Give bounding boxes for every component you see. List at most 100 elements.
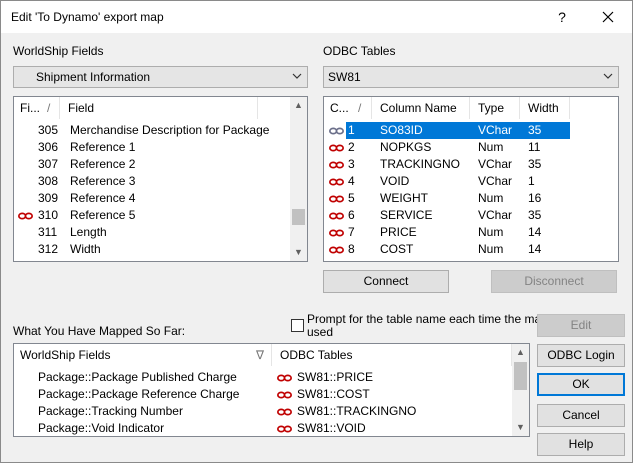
column-type: Num [478,242,504,256]
column-width: 35 [528,123,542,137]
column-type: Num [478,191,504,205]
odbc-login-button[interactable]: ODBC Login [537,344,625,367]
column-type: VChar [478,208,513,222]
link-icon [277,408,292,416]
odbc-column-row[interactable]: 2 NOPKGS Num 11 [324,139,618,156]
cancel-button[interactable]: Cancel [537,404,625,427]
scroll-down-icon[interactable]: ▼ [290,244,307,261]
column-name: VOID [380,174,410,188]
link-icon [329,229,344,237]
prompt-table-name-checkbox[interactable] [291,319,304,332]
link-icon [329,144,344,152]
mapped-row[interactable]: Package::Package Reference Charge SW81::C… [14,386,512,403]
connect-button[interactable]: Connect [323,270,449,293]
link-icon [329,195,344,203]
worldship-field-row[interactable]: 305 Merchandise Description for Package [14,122,291,139]
scroll-up-icon[interactable]: ▲ [512,344,529,361]
help-button[interactable]: Help [537,433,625,456]
column-number: 6 [348,208,355,222]
disconnect-button[interactable]: Disconnect [491,270,617,293]
column-name: PRICE [380,225,417,239]
column-number: 1 [348,123,355,137]
mapped-worldship-field: Package::Tracking Number [38,404,183,418]
column-header-width[interactable]: Width [522,97,570,119]
column-number: 4 [348,174,355,188]
link-icon [277,391,292,399]
field-name: Width [70,242,101,256]
column-header-column-num[interactable]: C... / [324,97,372,119]
mapped-scrollbar[interactable]: ▲ ▼ [512,344,529,436]
field-number: 309 [38,191,59,205]
odbc-column-row[interactable]: 7 PRICE Num 14 [324,224,618,241]
field-name: Reference 2 [70,157,136,171]
column-header-column-name[interactable]: Column Name [374,97,470,119]
field-name: Reference 5 [70,208,136,222]
link-icon [329,212,344,220]
mapped-row[interactable]: Package::Void Indicator SW81::VOID [14,420,512,436]
odbc-column-row[interactable]: 6 SERVICE VChar 35 [324,207,618,224]
worldship-fields-list[interactable]: Fi... / Field 305 Merchandise Description… [13,96,308,262]
odbc-tables-label: ODBC Tables [323,44,396,58]
worldship-category-dropdown[interactable]: Shipment Information [13,66,308,88]
field-name: Length [70,225,107,239]
column-header-odbc-tables[interactable]: ODBC Tables [274,344,512,366]
column-width: 1 [528,174,535,188]
mapped-row[interactable]: Package::Package Published Charge SW81::P… [14,369,512,386]
column-width: 11 [528,140,541,154]
column-name: TRACKINGNO [380,157,461,171]
mapped-worldship-field: Package::Package Published Charge [38,370,237,384]
worldship-field-row[interactable]: 309 Reference 4 [14,190,291,207]
scroll-thumb[interactable] [292,209,305,225]
odbc-table-dropdown[interactable]: SW81 [323,66,619,88]
odbc-table-value: SW81 [328,70,361,84]
column-header-worldship-fields[interactable]: WorldShip Fields ∇ [14,344,272,366]
odbc-column-row[interactable]: 1 SO83ID VChar 35 [324,122,618,139]
field-number: 312 [38,242,59,256]
column-type: Num [478,225,504,239]
edit-button[interactable]: Edit [537,314,625,337]
column-width: 14 [528,242,542,256]
close-button[interactable] [585,1,631,33]
worldship-field-row[interactable]: 310 Reference 5 [14,207,291,224]
odbc-column-row[interactable]: 8 COST Num 14 [324,241,618,258]
column-name: SERVICE [380,208,433,222]
odbc-columns-list[interactable]: C... / Column Name Type Width 1 SO83ID VCh… [323,96,619,262]
link-icon [329,127,344,135]
scroll-down-icon[interactable]: ▼ [512,419,529,436]
column-header-field-num[interactable]: Fi... / [14,97,60,119]
odbc-column-row[interactable]: 5 WEIGHT Num 16 [324,190,618,207]
worldship-field-row[interactable]: 307 Reference 2 [14,156,291,173]
column-number: 5 [348,191,355,205]
close-icon [602,11,614,23]
field-number: 305 [38,123,59,137]
export-map-dialog: Edit 'To Dynamo' export map ? WorldShip … [0,0,633,463]
mapped-odbc-table: SW81::TRACKINGNO [297,404,417,418]
ok-button[interactable]: OK [537,373,625,396]
help-title-button[interactable]: ? [539,1,585,33]
column-header-field[interactable]: Field [62,97,258,119]
link-icon [277,425,292,433]
column-number: 2 [348,140,355,154]
chevron-down-icon [603,73,613,79]
mapped-odbc-table: SW81::VOID [297,421,366,435]
worldship-field-row[interactable]: 308 Reference 3 [14,173,291,190]
odbc-column-row[interactable]: 3 TRACKINGNO VChar 35 [324,156,618,173]
column-name: COST [380,242,414,256]
link-icon [18,212,33,220]
worldship-field-row[interactable]: 311 Length [14,224,291,241]
column-type: VChar [478,123,513,137]
column-header-type[interactable]: Type [472,97,520,119]
mapped-row[interactable]: Package::Tracking Number SW81::TRACKINGNO [14,403,512,420]
link-icon [329,246,344,254]
odbc-column-row[interactable]: 4 VOID VChar 1 [324,173,618,190]
worldship-scrollbar[interactable]: ▲ ▼ [290,97,307,261]
worldship-field-row[interactable]: 312 Width [14,241,291,258]
worldship-field-row[interactable]: 306 Reference 1 [14,139,291,156]
mapped-fields-list[interactable]: WorldShip Fields ∇ ODBC Tables Package::… [13,343,530,437]
scroll-up-icon[interactable]: ▲ [290,97,307,114]
worldship-category-value: Shipment Information [36,70,151,84]
link-icon [277,374,292,382]
field-name: Reference 3 [70,174,136,188]
column-name: NOPKGS [380,140,432,154]
scroll-thumb[interactable] [514,362,527,390]
